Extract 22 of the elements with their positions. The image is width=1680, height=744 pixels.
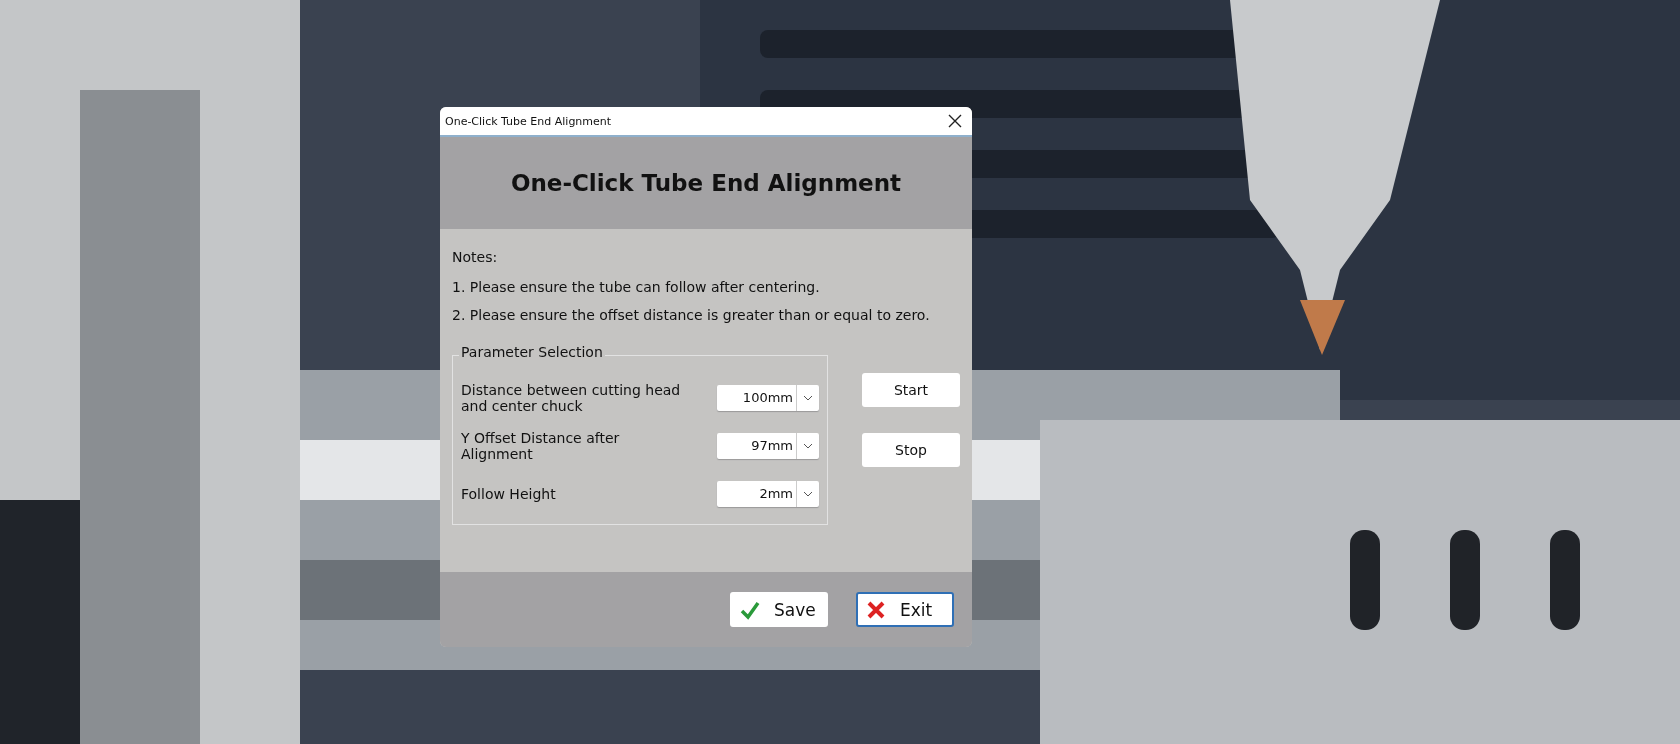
cross-icon xyxy=(866,599,886,620)
dialog-heading: One-Click Tube End Alignment xyxy=(510,170,902,196)
save-button[interactable]: Save xyxy=(730,592,828,627)
chevron-icon xyxy=(803,395,813,401)
notes-label: Notes: xyxy=(452,249,499,265)
action-button[interactable]: Stop xyxy=(862,433,960,467)
field-label: Distance between cutting head and center chuck xyxy=(461,382,681,414)
note-text: 1. Please ensure the tube can follow after centering. xyxy=(452,279,821,295)
window-title: One-Click Tube End Alignment xyxy=(445,114,612,128)
checkmark-icon xyxy=(740,599,760,620)
dropdown-field[interactable]: 2mm xyxy=(717,481,819,507)
field-label: Y Offset Distance after Alignment xyxy=(461,430,621,462)
chevron-icon xyxy=(803,491,813,497)
group-title: Parameter Selection xyxy=(459,344,605,360)
dropdown-field[interactable]: 97mm xyxy=(717,433,819,459)
field-label: Follow Height xyxy=(461,486,557,502)
exit-button[interactable]: Exit xyxy=(856,592,954,627)
close-icon[interactable] xyxy=(948,114,962,128)
note-text: 2. Please ensure the offset distance is greater than or equal to zero. xyxy=(452,307,931,323)
action-button[interactable]: Start xyxy=(862,373,960,407)
dropdown-field[interactable]: 100mm xyxy=(717,385,819,411)
chevron-icon xyxy=(803,443,813,449)
